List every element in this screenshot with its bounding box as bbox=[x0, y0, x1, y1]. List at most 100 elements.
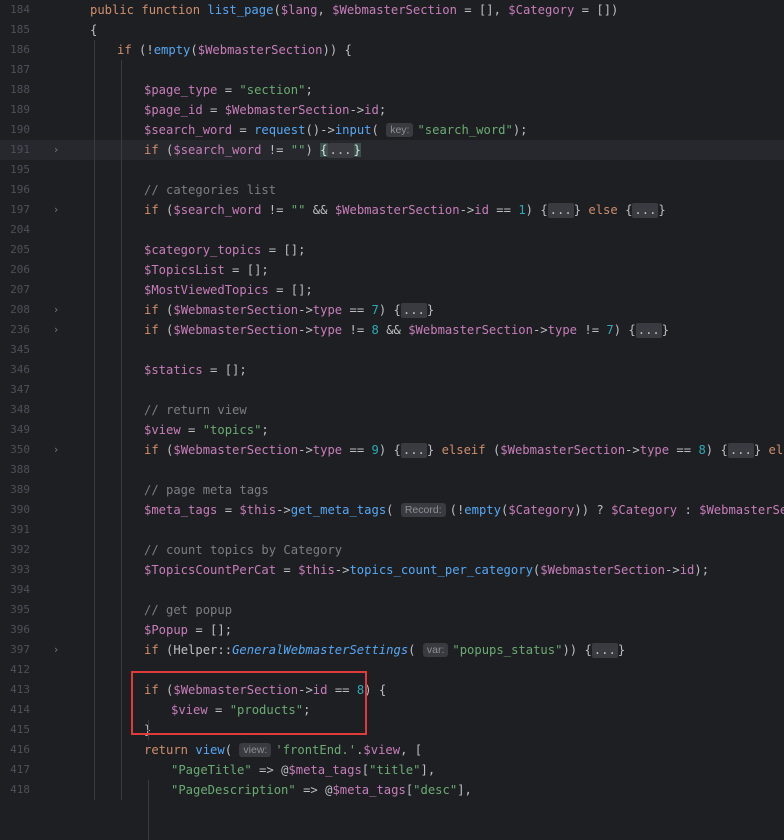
code-line[interactable]: 388 bbox=[0, 460, 784, 480]
code-token: ( bbox=[224, 743, 240, 757]
code-line[interactable]: 195 bbox=[0, 160, 784, 180]
code-token: ); bbox=[694, 563, 710, 577]
code-token: "PageTitle" bbox=[171, 763, 252, 777]
line-number: 195 bbox=[10, 163, 30, 176]
code-token: $page_id bbox=[144, 103, 203, 117]
code-token: // get popup bbox=[144, 603, 233, 617]
code-token: )) { bbox=[562, 643, 592, 657]
folded-region[interactable]: ... bbox=[547, 203, 574, 218]
code-line[interactable]: 186 if (!empty($WebmasterSection)) { bbox=[0, 40, 784, 60]
code-line[interactable]: 345 bbox=[0, 340, 784, 360]
folded-region[interactable]: ... bbox=[635, 323, 662, 338]
fold-chevron-icon[interactable]: › bbox=[50, 640, 62, 660]
code-token: $this bbox=[239, 503, 277, 517]
line-number: 350 bbox=[10, 443, 30, 456]
code-token: $view bbox=[144, 423, 181, 437]
code-line[interactable]: 413 if ($WebmasterSection->id == 8) { bbox=[0, 680, 784, 700]
parameter-hint: var: bbox=[422, 643, 449, 657]
line-number: 186 bbox=[10, 43, 30, 56]
code-line[interactable]: 197 › if ($search_word != "" && $Webmaster… bbox=[0, 200, 784, 220]
code-line[interactable]: 236 › if ($WebmasterSection->type != 8 && … bbox=[0, 320, 784, 340]
code-text: // get popup bbox=[144, 600, 232, 620]
code-token: 8 bbox=[371, 323, 379, 337]
fold-chevron-icon[interactable]: › bbox=[50, 320, 62, 340]
code-token: $WebmasterSection bbox=[699, 503, 784, 517]
fold-chevron-icon[interactable]: › bbox=[50, 300, 62, 320]
code-line[interactable]: 397 › if (Helper::GeneralWebmasterSettings… bbox=[0, 640, 784, 660]
code-token: // page meta tags bbox=[144, 483, 269, 497]
code-token: ], bbox=[420, 763, 436, 777]
code-text: // categories list bbox=[144, 180, 276, 200]
code-line[interactable]: 189 $page_id = $WebmasterSection->id; bbox=[0, 100, 784, 120]
code-text: "PageTitle" => @$meta_tags["title"], bbox=[171, 760, 435, 780]
code-token: 7 bbox=[371, 303, 379, 317]
code-line[interactable]: 207 $MostViewedTopics = []; bbox=[0, 280, 784, 300]
code-line[interactable]: 346 $statics = []; bbox=[0, 360, 784, 380]
line-number: 412 bbox=[10, 663, 30, 676]
code-token: empty bbox=[464, 503, 501, 517]
indent-guide bbox=[94, 40, 95, 800]
code-text: // count topics by Category bbox=[144, 540, 342, 560]
folded-region[interactable]: ... bbox=[632, 203, 659, 218]
line-number: 207 bbox=[10, 283, 30, 296]
folded-region[interactable]: ... bbox=[727, 443, 754, 458]
folded-region[interactable]: ... bbox=[327, 143, 354, 158]
line-number: 414 bbox=[10, 703, 30, 716]
code-line[interactable]: 415} bbox=[0, 720, 784, 740]
code-line[interactable]: 347 bbox=[0, 380, 784, 400]
line-number: 347 bbox=[10, 383, 30, 396]
code-line[interactable]: 206 $TopicsList = []; bbox=[0, 260, 784, 280]
code-token: = [], bbox=[456, 3, 509, 17]
code-token: = []) bbox=[574, 3, 619, 17]
code-text: // page meta tags bbox=[144, 480, 269, 500]
code-line[interactable]: 196 // categories list bbox=[0, 180, 784, 200]
folded-region[interactable]: ... bbox=[400, 303, 427, 318]
code-token: ); bbox=[512, 123, 528, 137]
folded-region[interactable]: ... bbox=[400, 443, 427, 458]
code-line[interactable]: 208 › if ($WebmasterSection->type == 7) {.… bbox=[0, 300, 784, 320]
code-line[interactable]: 396 $Popup = []; bbox=[0, 620, 784, 640]
code-token: = []; bbox=[224, 263, 269, 277]
fold-chevron-icon[interactable]: › bbox=[50, 200, 62, 220]
code-line[interactable]: 390 $meta_tags = $this->get_meta_tags( Re… bbox=[0, 500, 784, 520]
code-line[interactable]: 348 // return view bbox=[0, 400, 784, 420]
code-line[interactable]: 184 public function list_page($lang, $Web… bbox=[0, 0, 784, 20]
code-token: $WebmasterSection bbox=[500, 443, 626, 457]
line-number: 416 bbox=[10, 743, 30, 756]
code-token: -> bbox=[298, 303, 313, 317]
code-token: $Category bbox=[611, 503, 678, 517]
code-line[interactable]: 349 $view = "topics"; bbox=[0, 420, 784, 440]
code-line[interactable]: 394 bbox=[0, 580, 784, 600]
code-line[interactable]: 412 bbox=[0, 660, 784, 680]
code-text: $statics = []; bbox=[144, 360, 247, 380]
code-line[interactable]: 191 › if ($search_word != "") {...} bbox=[0, 140, 784, 160]
code-token: -> bbox=[625, 443, 640, 457]
code-line[interactable]: 392 // count topics by Category bbox=[0, 540, 784, 560]
code-line[interactable]: 395 // get popup bbox=[0, 600, 784, 620]
fold-chevron-icon[interactable]: › bbox=[50, 440, 62, 460]
code-token: $meta_tags bbox=[144, 503, 218, 517]
line-number: 196 bbox=[10, 183, 30, 196]
line-number: 204 bbox=[10, 223, 30, 236]
code-line[interactable]: 190 $search_word = request()->input( key:… bbox=[0, 120, 784, 140]
code-line[interactable]: 187 bbox=[0, 60, 784, 80]
code-line[interactable]: 416 return view( view:'frontEnd.'.$view, … bbox=[0, 740, 784, 760]
code-token: $view bbox=[363, 743, 401, 757]
code-line[interactable]: 414 $view = "products"; bbox=[0, 700, 784, 720]
code-line[interactable]: 393 $TopicsCountPerCat = $this->topics_co… bbox=[0, 560, 784, 580]
code-line[interactable]: 205 $category_topics = []; bbox=[0, 240, 784, 260]
code-line[interactable]: 204 bbox=[0, 220, 784, 240]
code-line[interactable]: 389 // page meta tags bbox=[0, 480, 784, 500]
code-line[interactable]: 418 "PageDescription" => @$meta_tags["des… bbox=[0, 780, 784, 800]
code-line[interactable]: 188 $page_type = "section"; bbox=[0, 80, 784, 100]
fold-chevron-icon[interactable]: › bbox=[50, 140, 62, 160]
code-token: if bbox=[117, 43, 140, 57]
folded-region[interactable]: ... bbox=[591, 643, 618, 658]
code-token: // return view bbox=[144, 403, 247, 417]
code-line[interactable]: 417 "PageTitle" => @$meta_tags["title"], bbox=[0, 760, 784, 780]
code-token: if bbox=[144, 323, 167, 337]
code-line[interactable]: 391 bbox=[0, 520, 784, 540]
code-line[interactable]: 185 { bbox=[0, 20, 784, 40]
code-editor[interactable]: 184 public function list_page($lang, $Web… bbox=[0, 0, 784, 840]
code-line[interactable]: 350 › if ($WebmasterSection->type == 9) {.… bbox=[0, 440, 784, 460]
